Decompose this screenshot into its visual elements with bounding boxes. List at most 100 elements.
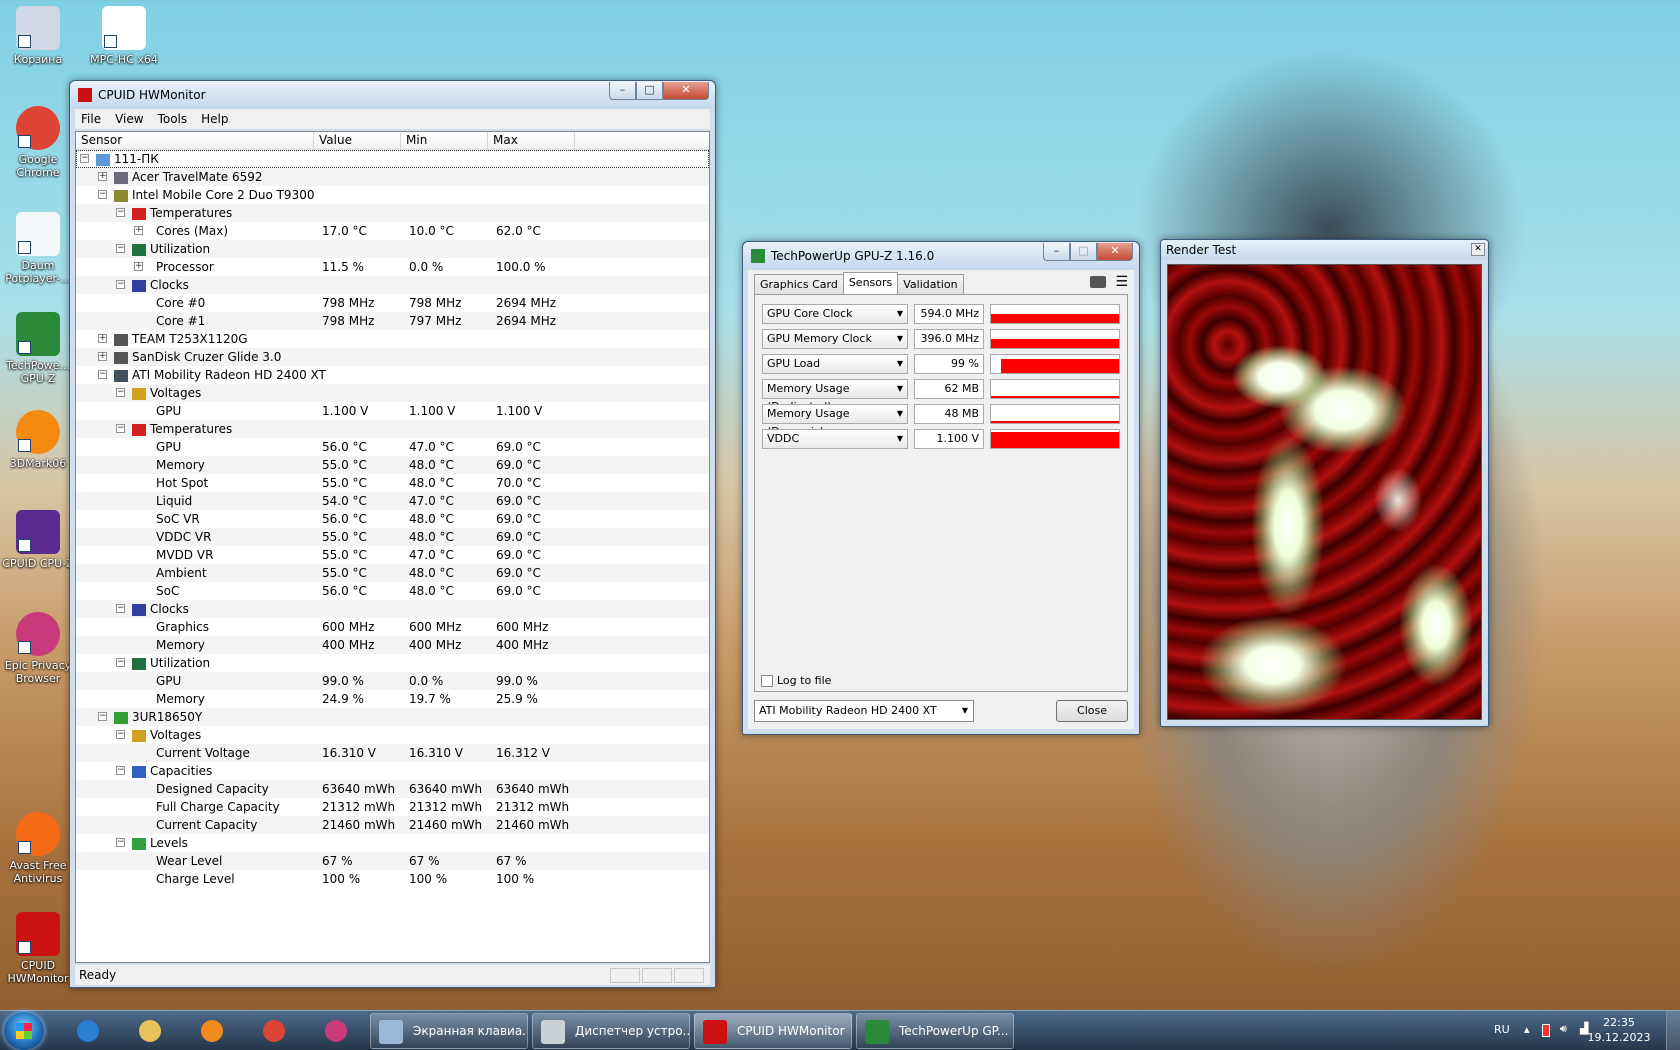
pinned-app[interactable] bbox=[254, 1015, 294, 1047]
gpuz-titlebar[interactable]: TechPowerUp GPU-Z 1.16.0 – □ ✕ bbox=[743, 242, 1139, 270]
expand-icon[interactable]: + bbox=[134, 226, 143, 235]
collapse-icon[interactable]: − bbox=[116, 604, 125, 613]
maximize-button[interactable]: □ bbox=[636, 82, 663, 100]
column-max[interactable]: Max bbox=[488, 132, 575, 149]
sensor-row[interactable]: Designed Capacity 63640 mWh 63640 mWh 63640… bbox=[76, 780, 709, 798]
start-button[interactable] bbox=[4, 1012, 44, 1050]
maximize-button[interactable]: □ bbox=[1070, 243, 1097, 261]
collapse-icon[interactable]: − bbox=[116, 838, 125, 847]
expand-icon[interactable]: + bbox=[98, 352, 107, 361]
expand-icon[interactable]: + bbox=[98, 172, 107, 181]
pinned-app[interactable] bbox=[130, 1015, 170, 1047]
sensor-row[interactable]: Liquid 54.0 °C 47.0 °C 69.0 °C bbox=[76, 492, 709, 510]
sensor-row[interactable]: + Cores (Max) 17.0 °C 10.0 °C 62.0 °C bbox=[76, 222, 709, 240]
desktop-shortcut[interactable]: Корзина bbox=[2, 6, 74, 66]
sensor-row[interactable]: + Processor 11.5 % 0.0 % 100.0 % bbox=[76, 258, 709, 276]
collapse-icon[interactable]: − bbox=[116, 424, 125, 433]
sensor-row[interactable]: Current Capacity 21460 mWh 21460 mWh 21460 … bbox=[76, 816, 709, 834]
sensor-row[interactable]: − Utilization bbox=[76, 240, 709, 258]
desktop-shortcut[interactable]: Avast Free Antivirus bbox=[2, 812, 74, 885]
menu-view[interactable]: View bbox=[115, 112, 143, 126]
sensor-row[interactable]: + SanDisk Cruzer Glide 3.0 bbox=[76, 348, 709, 366]
desktop-shortcut[interactable]: TechPowe... GPU-Z bbox=[2, 312, 74, 385]
tab-sensors[interactable]: Sensors bbox=[842, 272, 899, 294]
collapse-icon[interactable]: − bbox=[116, 244, 125, 253]
sensor-row[interactable]: − Temperatures bbox=[76, 420, 709, 438]
menu-help[interactable]: Help bbox=[201, 112, 228, 126]
collapse-icon[interactable]: − bbox=[98, 370, 107, 379]
sensor-row[interactable]: − Intel Mobile Core 2 Duo T9300 bbox=[76, 186, 709, 204]
device-select[interactable]: ATI Mobility Radeon HD 2400 XT bbox=[754, 700, 974, 722]
sensor-select[interactable]: VDDC bbox=[762, 429, 908, 449]
close-dialog-button[interactable]: Close bbox=[1056, 700, 1128, 722]
sensor-select[interactable]: Memory Usage (Dedicated) bbox=[762, 379, 908, 413]
sensor-row[interactable]: − Utilization bbox=[76, 654, 709, 672]
collapse-icon[interactable]: − bbox=[116, 658, 125, 667]
taskbar-window-button[interactable]: Экранная клавиа... bbox=[370, 1013, 528, 1049]
tab-validation[interactable]: Validation bbox=[897, 274, 964, 294]
sensor-row[interactable]: − Temperatures bbox=[76, 204, 709, 222]
sensor-row[interactable]: Charge Level 100 % 100 % 100 % bbox=[76, 870, 709, 888]
close-button[interactable]: ✕ bbox=[663, 82, 709, 100]
expand-icon[interactable]: + bbox=[98, 334, 107, 343]
desktop-shortcut[interactable]: Epic Privacy Browser bbox=[2, 612, 74, 685]
tab-graphics-card[interactable]: Graphics Card bbox=[754, 274, 844, 294]
menu-icon[interactable]: ☰ bbox=[1115, 275, 1128, 289]
desktop-shortcut[interactable]: Daum Potplayer-... bbox=[2, 212, 74, 285]
sensor-row[interactable]: SoC 56.0 °C 48.0 °C 69.0 °C bbox=[76, 582, 709, 600]
sensor-select[interactable]: GPU Memory Clock bbox=[762, 329, 908, 349]
sensor-row[interactable]: − Voltages bbox=[76, 726, 709, 744]
minimize-button[interactable]: – bbox=[1043, 243, 1070, 261]
desktop-shortcut[interactable]: CPUID CPU-Z bbox=[2, 510, 74, 570]
sensor-row[interactable]: Current Voltage 16.310 V 16.310 V 16.312 V bbox=[76, 744, 709, 762]
sensor-row[interactable]: Core #0 798 MHz 798 MHz 2694 MHz bbox=[76, 294, 709, 312]
desktop-shortcut[interactable]: MPC-HC x64 bbox=[88, 6, 160, 66]
sensor-row[interactable]: − Clocks bbox=[76, 276, 709, 294]
desktop-shortcut[interactable]: 3DMark06 bbox=[2, 410, 74, 470]
sensor-row[interactable]: Memory 400 MHz 400 MHz 400 MHz bbox=[76, 636, 709, 654]
column-value[interactable]: Value bbox=[314, 132, 401, 149]
sensor-row[interactable]: − 111-ПК bbox=[76, 150, 709, 168]
collapse-icon[interactable]: − bbox=[116, 280, 125, 289]
sensor-row[interactable]: Wear Level 67 % 67 % 67 % bbox=[76, 852, 709, 870]
render-test-titlebar[interactable]: Render Test ✕ bbox=[1161, 240, 1488, 260]
sensor-tree[interactable]: Sensor Value Min Max − 111-ПК + Acer Travel… bbox=[75, 131, 710, 963]
sensor-row[interactable]: − 3UR18650Y bbox=[76, 708, 709, 726]
desktop-shortcut[interactable]: CPUID HWMonitor bbox=[2, 912, 74, 985]
pinned-app[interactable] bbox=[316, 1015, 356, 1047]
collapse-icon[interactable]: − bbox=[116, 208, 125, 217]
sensor-select[interactable]: Memory Usage (Dynamic) bbox=[762, 404, 908, 438]
taskbar-window-button[interactable]: CPUID HWMonitor bbox=[694, 1013, 852, 1049]
sensor-row[interactable]: + TEAM T253X1120G bbox=[76, 330, 709, 348]
collapse-icon[interactable]: − bbox=[116, 730, 125, 739]
sensor-row[interactable]: − Clocks bbox=[76, 600, 709, 618]
sensor-row[interactable]: GPU 1.100 V 1.100 V 1.100 V bbox=[76, 402, 709, 420]
menu-file[interactable]: File bbox=[81, 112, 101, 126]
tray-arrow-icon[interactable]: ▴ bbox=[1524, 1023, 1530, 1036]
sensor-row[interactable]: Memory 24.9 % 19.7 % 25.9 % bbox=[76, 690, 709, 708]
sensor-row[interactable]: Graphics 600 MHz 600 MHz 600 MHz bbox=[76, 618, 709, 636]
minimize-button[interactable]: – bbox=[609, 82, 636, 100]
sensor-row[interactable]: SoC VR 56.0 °C 48.0 °C 69.0 °C bbox=[76, 510, 709, 528]
sensor-row[interactable]: VDDC VR 55.0 °C 48.0 °C 69.0 °C bbox=[76, 528, 709, 546]
sensor-row[interactable]: Memory 55.0 °C 48.0 °C 69.0 °C bbox=[76, 456, 709, 474]
sensor-row[interactable]: − Capacities bbox=[76, 762, 709, 780]
sensor-row[interactable]: + Acer TravelMate 6592 bbox=[76, 168, 709, 186]
volume-icon[interactable]: 🔊︎ bbox=[1560, 1022, 1567, 1036]
show-desktop-button[interactable] bbox=[1666, 1011, 1680, 1050]
menu-tools[interactable]: Tools bbox=[158, 112, 188, 126]
close-button[interactable]: ✕ bbox=[1097, 243, 1133, 261]
sensor-row[interactable]: − Voltages bbox=[76, 384, 709, 402]
collapse-icon[interactable]: − bbox=[98, 190, 107, 199]
sensor-select[interactable]: GPU Load bbox=[762, 354, 908, 374]
taskbar-window-button[interactable]: TechPowerUp GP... bbox=[856, 1013, 1014, 1049]
clock[interactable]: 22:35 19.12.2023 bbox=[1586, 1015, 1652, 1045]
hwmonitor-titlebar[interactable]: CPUID HWMonitor – □ ✕ bbox=[70, 81, 715, 109]
collapse-icon[interactable]: − bbox=[80, 154, 89, 163]
desktop-shortcut[interactable]: Google Chrome bbox=[2, 106, 74, 179]
sensor-row[interactable]: Full Charge Capacity 21312 mWh 21312 mWh 21… bbox=[76, 798, 709, 816]
camera-icon[interactable] bbox=[1090, 276, 1106, 288]
battery-icon[interactable] bbox=[1542, 1024, 1550, 1037]
pinned-app[interactable] bbox=[68, 1015, 108, 1047]
collapse-icon[interactable]: − bbox=[116, 388, 125, 397]
